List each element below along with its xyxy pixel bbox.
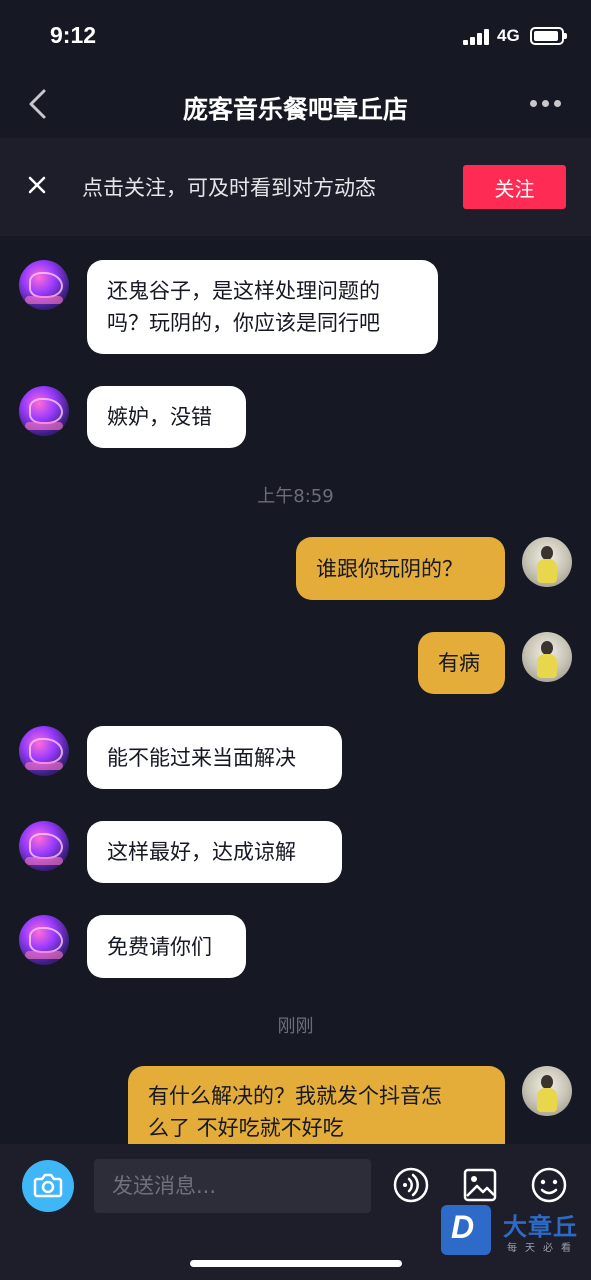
message-text: 谁跟你玩阴的？ — [316, 556, 463, 581]
follow-prompt: 点击关注，可及时看到对方动态 — [82, 176, 376, 200]
avatar[interactable] — [19, 821, 69, 871]
camera-icon — [33, 1173, 63, 1198]
message-bubble[interactable]: 还鬼谷子，是这样处理问题的 吗？玩阴的，你应该是同行吧 — [87, 260, 438, 354]
nav-bar: 庞客音乐餐吧章丘店 — [0, 70, 591, 138]
message-bubble[interactable]: 能不能过来当面解决 — [87, 726, 342, 789]
timestamp: 上午8:59 — [257, 486, 334, 507]
chat-title: 庞客音乐餐吧章丘店 — [182, 95, 408, 124]
close-icon[interactable] — [26, 174, 48, 196]
avatar[interactable] — [19, 726, 69, 776]
message-bubble[interactable]: 谁跟你玩阴的？ — [296, 537, 505, 600]
message-bubble[interactable]: 这样最好，达成谅解 — [87, 821, 342, 883]
message-text: 能不能过来当面解决 — [107, 745, 296, 770]
message-text: 么了 不好吃就不好吃 — [148, 1116, 344, 1140]
watermark-title: 大章丘 — [503, 1213, 578, 1241]
message-bubble[interactable]: 嫉妒，没错 — [87, 386, 246, 448]
emoji-icon[interactable] — [530, 1166, 568, 1204]
message-bubble[interactable]: 有什么解决的？我就发个抖音怎 么了 不好吃就不好吃 — [128, 1066, 505, 1144]
message-text: 嫉妒，没错 — [107, 405, 212, 429]
avatar[interactable] — [19, 915, 69, 965]
status-time: 9:12 — [50, 22, 97, 48]
voice-icon[interactable] — [392, 1166, 430, 1204]
message-text: 有什么解决的？我就发个抖音怎 — [148, 1084, 442, 1108]
message-text: 吗？玩阴的，你应该是同行吧 — [107, 311, 380, 335]
watermark-subtitle: 每天必看 — [507, 1243, 579, 1254]
follow-banner: 点击关注，可及时看到对方动态 关注 — [0, 138, 591, 236]
avatar[interactable] — [19, 260, 69, 310]
avatar[interactable] — [522, 1066, 572, 1116]
avatar[interactable] — [522, 537, 572, 587]
message-text: 免费请你们 — [107, 934, 212, 959]
follow-button[interactable]: 关注 — [463, 165, 566, 209]
avatar[interactable] — [522, 632, 572, 682]
timestamp: 刚刚 — [277, 1016, 314, 1037]
message-text: 还鬼谷子，是这样处理问题的 — [107, 279, 380, 303]
message-text: 有病 — [438, 651, 480, 675]
signal-icon — [463, 29, 491, 45]
message-bubble[interactable]: 有病 — [418, 632, 505, 694]
camera-button[interactable] — [22, 1160, 74, 1212]
home-indicator[interactable] — [190, 1260, 402, 1267]
message-input[interactable] — [94, 1159, 371, 1213]
network-label: 4G — [497, 26, 520, 45]
more-icon[interactable] — [530, 100, 562, 108]
watermark-logo: D 大章丘 每天必看 — [441, 1205, 591, 1255]
watermark-icon: D — [441, 1205, 491, 1255]
message-text: 这样最好，达成谅解 — [107, 840, 296, 864]
status-bar: 9:12 4G — [0, 0, 591, 70]
message-list[interactable]: 还鬼谷子，是这样处理问题的 吗？玩阴的，你应该是同行吧 嫉妒，没错 上午8:59… — [0, 236, 591, 1144]
message-bubble[interactable]: 免费请你们 — [87, 915, 246, 978]
battery-icon — [530, 27, 567, 45]
input-bar: D 大章丘 每天必看 — [0, 1144, 591, 1280]
image-icon[interactable] — [461, 1166, 499, 1204]
avatar[interactable] — [19, 386, 69, 436]
